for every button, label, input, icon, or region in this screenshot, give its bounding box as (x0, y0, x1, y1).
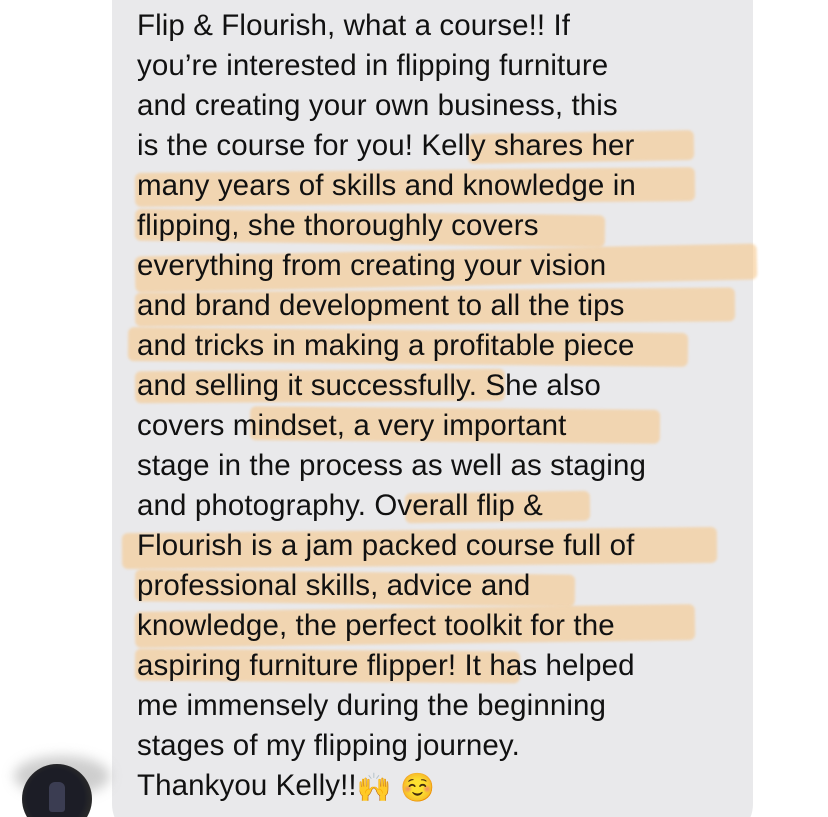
avatar-figure (49, 782, 65, 812)
message-body: Flip & Flourish, what a course!! If you’… (137, 9, 646, 802)
raising-hands-emoji-icon: 🙌 (356, 771, 392, 804)
smiling-face-emoji-icon: ☺️ (399, 771, 435, 804)
message-text: Flip & Flourish, what a course!! If you’… (137, 6, 749, 808)
